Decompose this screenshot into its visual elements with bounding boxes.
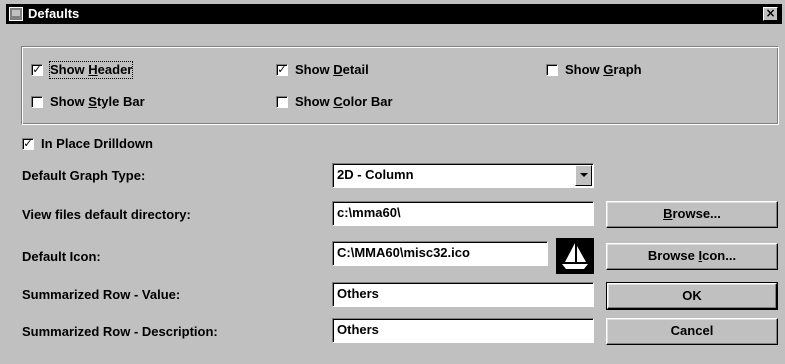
browse-button[interactable]: Browse... [606, 201, 778, 228]
display-options-group [21, 46, 779, 125]
show-graph-label: Show Graph [565, 62, 642, 77]
show-color-bar-label: Show Color Bar [295, 94, 393, 109]
show-header-label: Show Header [48, 61, 134, 79]
checkbox-checked-icon: ✓ [31, 63, 43, 76]
checkbox-unchecked-icon [31, 96, 43, 108]
checkbox-checked-icon: ✓ [22, 137, 34, 150]
graph-type-value: 2D - Column [337, 167, 414, 182]
graph-type-select[interactable]: 2D - Column [332, 163, 594, 188]
show-detail-label: Show Detail [295, 62, 369, 77]
defaults-dialog: Defaults × ✓ Show Header ✓ Show Detail S… [0, 0, 785, 364]
icon-preview [556, 238, 594, 274]
sailboat-icon [562, 243, 588, 269]
in-place-drilldown-label: In Place Drilldown [41, 136, 153, 151]
show-style-bar-label: Show Style Bar [50, 94, 145, 109]
title-bar[interactable]: Defaults × [6, 4, 782, 24]
window-title: Defaults [28, 6, 80, 21]
app-icon [9, 7, 23, 21]
checkbox-unchecked-icon [546, 64, 558, 76]
summarized-description-input[interactable]: Others [332, 318, 594, 343]
directory-label: View files default directory: [22, 207, 191, 222]
default-icon-input[interactable]: C:\MMA60\misc32.ico [332, 241, 548, 266]
summarized-value-input[interactable]: Others [332, 282, 594, 307]
directory-input[interactable]: c:\mma60\ [332, 201, 594, 226]
ok-button[interactable]: OK [606, 282, 778, 310]
cancel-button[interactable]: Cancel [606, 318, 778, 345]
summarized-description-label: Summarized Row - Description: [22, 324, 218, 339]
default-icon-label: Default Icon: [22, 249, 101, 264]
checkbox-unchecked-icon [276, 96, 288, 108]
graph-type-label: Default Graph Type: [22, 168, 146, 183]
summarized-value-label: Summarized Row - Value: [22, 287, 181, 302]
browse-icon-button[interactable]: Browse Icon... [606, 243, 778, 270]
close-icon[interactable]: × [763, 7, 778, 21]
chevron-down-icon[interactable] [575, 165, 592, 186]
checkbox-checked-icon: ✓ [276, 63, 288, 76]
